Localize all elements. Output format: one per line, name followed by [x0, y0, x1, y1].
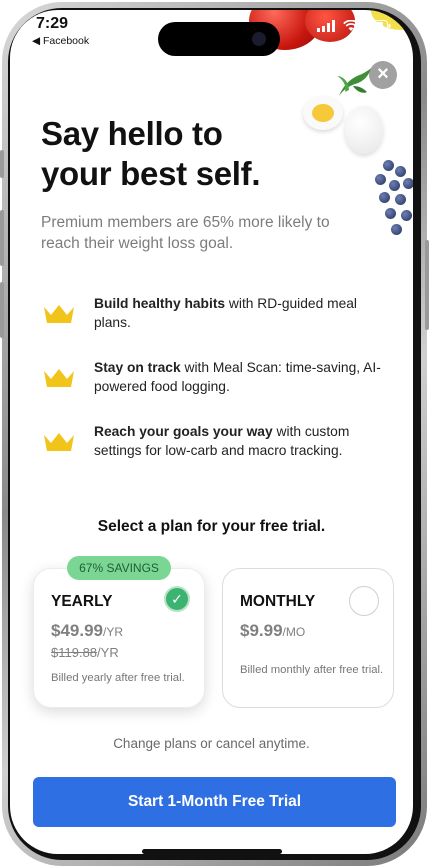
feature-text: Reach your goals your way with custom se… [94, 424, 350, 458]
yearly-plan-card[interactable]: YEARLY ✓ $49.99/YR $119.88/YR Billed yea… [33, 568, 205, 708]
page-title: Say hello to your best self. [41, 115, 261, 192]
subtitle: Premium members are 65% more likely to r… [41, 214, 330, 252]
wifi-icon [343, 20, 359, 31]
plan-name: MONTHLY [240, 593, 316, 610]
change-plans-note: Change plans or cancel anytime. [113, 736, 310, 751]
battery-icon [367, 20, 391, 32]
camera-icon [252, 32, 266, 46]
blueberry [375, 174, 386, 185]
blueberry [395, 194, 406, 205]
feature-text: Stay on track with Meal Scan: time-savin… [94, 360, 381, 394]
blueberry [403, 178, 413, 189]
power-button [425, 240, 429, 330]
home-indicator [142, 849, 282, 854]
signal-icon [317, 20, 335, 32]
start-trial-button[interactable]: Start 1-Month Free Trial [33, 777, 396, 827]
plan-price: $49.99/YR [51, 621, 124, 640]
status-icons [317, 20, 391, 32]
plan-name: YEARLY [51, 593, 113, 610]
checkmark-icon: ✓ [164, 586, 190, 612]
feature-text: Build healthy habits with RD-guided meal… [94, 296, 357, 330]
original-price: $119.88/YR [51, 645, 119, 660]
blueberry [379, 192, 390, 203]
close-button[interactable]: × [369, 61, 397, 89]
radio-button[interactable] [349, 586, 379, 616]
blueberry [385, 208, 396, 219]
feature-item-meal-scan: Stay on track with Meal Scan: time-savin… [42, 358, 384, 396]
app-screen: 7:29 ◀ Facebook × Say hello to your best… [10, 10, 413, 854]
egg-image [345, 106, 383, 154]
crown-icon [44, 369, 74, 387]
plan-price: $9.99/MO [240, 621, 306, 640]
dynamic-island [158, 22, 280, 56]
savings-badge: 67% SAVINGS [67, 556, 171, 580]
blueberry [401, 210, 412, 221]
blueberries-image [369, 160, 413, 250]
yolk [312, 104, 334, 122]
monthly-plan-card[interactable]: MONTHLY $9.99/MO Billed monthly after fr… [222, 568, 394, 708]
plan-section-title: Select a plan for your free trial. [97, 518, 326, 535]
crown-icon [44, 305, 74, 323]
status-time: 7:29 [36, 15, 69, 32]
blueberry [391, 224, 402, 235]
volume-up-button [0, 210, 4, 266]
parsley-image [337, 68, 371, 96]
egg-half-image [303, 96, 343, 130]
feature-item-custom-settings: Reach your goals your way with custom se… [42, 422, 384, 460]
feature-item-meal-plans: Build healthy habits with RD-guided meal… [42, 294, 384, 332]
blueberry [395, 166, 406, 177]
status-bar: 7:29 ◀ Facebook [10, 10, 413, 56]
mute-switch [0, 150, 4, 178]
volume-down-button [0, 282, 4, 338]
billing-note: Billed yearly after free trial. [51, 672, 185, 684]
billing-note: Billed monthly after free trial. [240, 664, 384, 676]
blueberry [383, 160, 394, 171]
back-to-app-link[interactable]: ◀ Facebook [32, 35, 89, 47]
blueberry [389, 180, 400, 191]
crown-icon [44, 433, 74, 451]
